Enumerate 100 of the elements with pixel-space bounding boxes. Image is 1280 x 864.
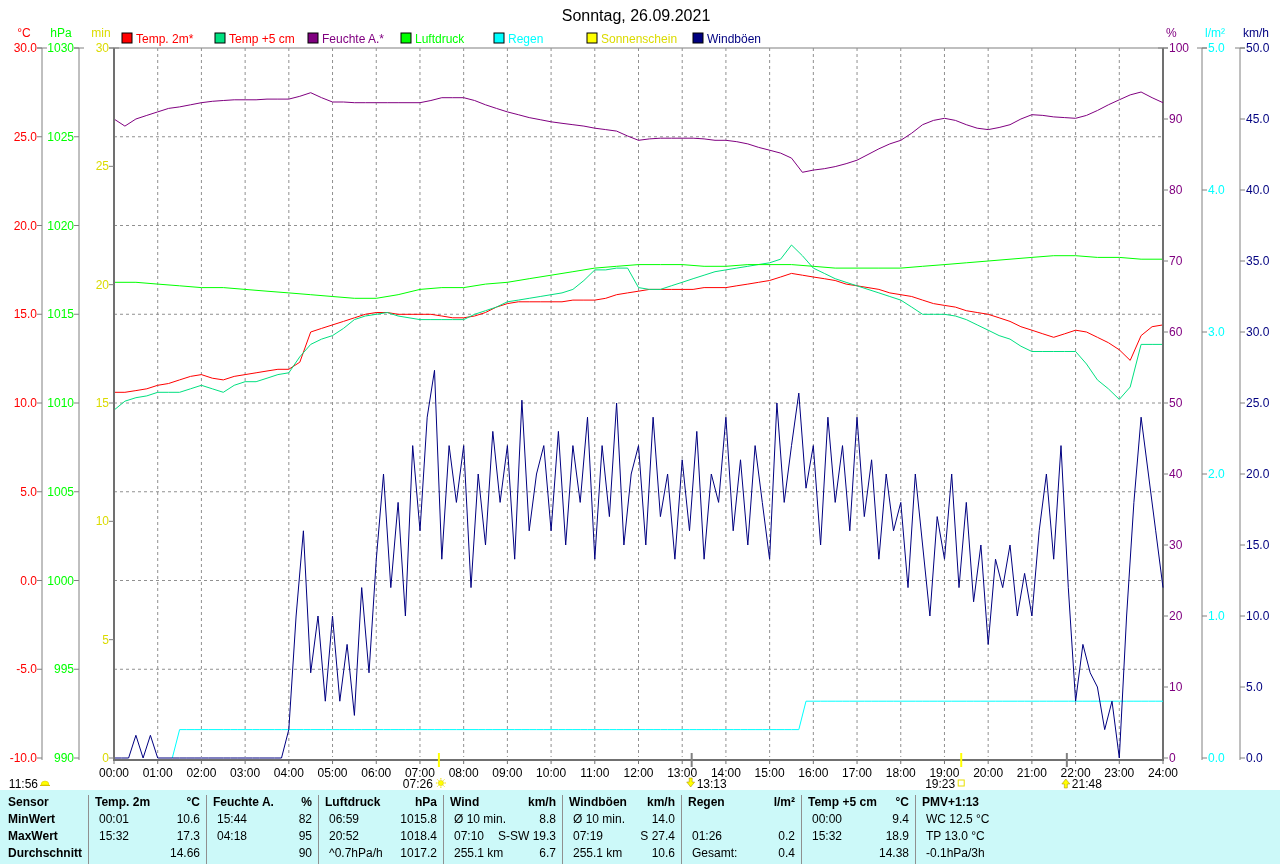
axis-tick-label: 5.0	[1208, 41, 1225, 55]
table-cell: 07:10	[454, 828, 485, 845]
axis-tick-label: 90	[1169, 112, 1183, 126]
axis-tick-label: 1025	[47, 129, 74, 144]
axis-tick-label: 35.0	[1246, 254, 1270, 268]
down-arrow-icon	[686, 777, 695, 788]
table-cell: 17.3	[176, 828, 200, 845]
axis-tick-label: 30.0	[13, 41, 37, 55]
axis-tick-label: 20.0	[1246, 467, 1270, 481]
table-cell: 07:19	[573, 828, 604, 845]
legend-label: Windböen	[707, 31, 762, 46]
chart-title: Sonntag, 26.09.2021	[561, 7, 711, 24]
table-cell: 0.2	[778, 828, 795, 845]
axis-tick-label: 0	[102, 751, 109, 765]
axis-tick-label: 50.0	[1246, 41, 1270, 55]
row-label: MaxWert	[8, 828, 59, 845]
axis-tick-label: 23:00	[1104, 766, 1135, 780]
table-cell: 1018.4	[400, 828, 437, 845]
time-marker	[960, 752, 963, 768]
axis-tick-label: 60	[1169, 325, 1183, 339]
axis-tick-label: 1020	[47, 218, 74, 233]
table-cell: S-SW 19.3	[497, 828, 556, 845]
axis-tick-label: 03:00	[230, 766, 261, 780]
table-cell: 8.8	[539, 811, 556, 828]
table-cell: 18.9	[885, 828, 909, 845]
table-cell: 1015.8	[400, 811, 437, 828]
table-cell: 20:52	[329, 828, 360, 845]
axis-tick-label: 5.0	[20, 484, 37, 499]
axis-tick-label: 09:00	[492, 766, 523, 780]
axis-tick-label: 10.0	[13, 396, 37, 410]
unit-label: °C	[895, 794, 909, 811]
half-sun-icon	[39, 780, 51, 786]
table-cell: 1017.2	[400, 845, 437, 862]
table-cell: -0.1hPa/3h	[926, 845, 985, 862]
table-cell: 00:00	[812, 811, 843, 828]
axis-tick-label: 1000	[47, 573, 74, 588]
time-label: 19:23	[925, 777, 956, 790]
axis-tick-label: 10	[1169, 680, 1183, 694]
unit-label: km/h	[528, 794, 556, 811]
unit-label: °C	[186, 794, 200, 811]
axis-tick-label: 4.0	[1208, 183, 1225, 197]
table-cell: Gesamt:	[692, 845, 738, 862]
time-label: 07:26	[402, 777, 433, 790]
axis-tick-label: 45.0	[1246, 112, 1270, 126]
table-cell: 14.66	[169, 845, 200, 862]
axis-tick-label: 20	[95, 277, 109, 292]
axis-tick-label: 10:00	[536, 766, 567, 780]
axis-tick-label: 80	[1169, 183, 1183, 197]
axis-tick-label: 08:00	[448, 766, 479, 780]
table-cell: 00:01	[99, 811, 130, 828]
legend-label: Temp +5 cm	[229, 31, 295, 46]
table-cell: 15:32	[99, 828, 130, 845]
table-cell: 10.6	[651, 845, 675, 862]
axis-tick-label: 11:00	[580, 766, 610, 780]
axis-tick-label: 15.0	[1246, 538, 1270, 552]
time-label: 13:13	[696, 777, 727, 790]
legend-label: Sonnenschein	[601, 31, 678, 46]
table-cell: 14.38	[878, 845, 909, 862]
axis-tick-label: 1030	[47, 41, 74, 55]
axis-unit-label: hPa	[50, 26, 72, 40]
axis-tick-label: 100	[1169, 41, 1190, 55]
axis-tick-label: -5.0	[16, 662, 37, 677]
table-cell: 06:59	[329, 811, 360, 828]
column-title: Feuchte A.	[213, 794, 274, 811]
axis-tick-label: 5	[102, 632, 109, 647]
axis-tick-label: 01:00	[142, 766, 173, 780]
axis-tick-label: 24:00	[1148, 766, 1178, 780]
table-cell: 9.4	[892, 811, 909, 828]
unit-label: km/h	[647, 794, 675, 811]
table-cell: 0.4	[778, 845, 795, 862]
column-title: PMV+1:13	[922, 794, 980, 811]
unit-label: hPa	[415, 794, 437, 811]
axis-tick-label: 16:00	[798, 766, 829, 780]
axis-tick-label: 21:00	[1016, 766, 1047, 780]
axis-tick-label: 10.0	[1246, 609, 1270, 623]
axis-tick-label: 0	[1169, 751, 1176, 765]
axis-tick-label: 20	[1169, 609, 1183, 623]
table-cell: 82	[298, 811, 312, 828]
axis-tick-label: 05:00	[317, 766, 348, 780]
axis-tick-label: 15:00	[754, 766, 785, 780]
axis-tick-label: 3.0	[1208, 325, 1225, 339]
table-cell: Ø 10 min.	[454, 811, 507, 828]
row-label: Sensor	[8, 794, 50, 811]
up-arrow-icon	[1061, 778, 1071, 789]
axis-tick-label: 40.0	[1246, 183, 1270, 197]
legend-label: Regen	[508, 31, 544, 46]
axis-unit-label: min	[91, 26, 111, 40]
table-cell: 255.1 km	[573, 845, 623, 862]
table-cell: 15:44	[217, 811, 248, 828]
table-cell: 255.1 km	[454, 845, 504, 862]
table-cell: 15:32	[812, 828, 843, 845]
axis-tick-label: 1015	[47, 307, 74, 322]
axis-tick-label: 07:00	[404, 766, 435, 780]
axis-tick-label: 0.0	[1246, 751, 1263, 765]
table-cell: 04:18	[217, 828, 248, 845]
axis-tick-label: 15.0	[13, 307, 37, 322]
axis-tick-label: 30.0	[1246, 325, 1270, 339]
axis-tick-label: 25	[95, 159, 109, 174]
axis-tick-label: 12:00	[623, 766, 654, 780]
axis-unit-label: %	[1166, 26, 1177, 40]
